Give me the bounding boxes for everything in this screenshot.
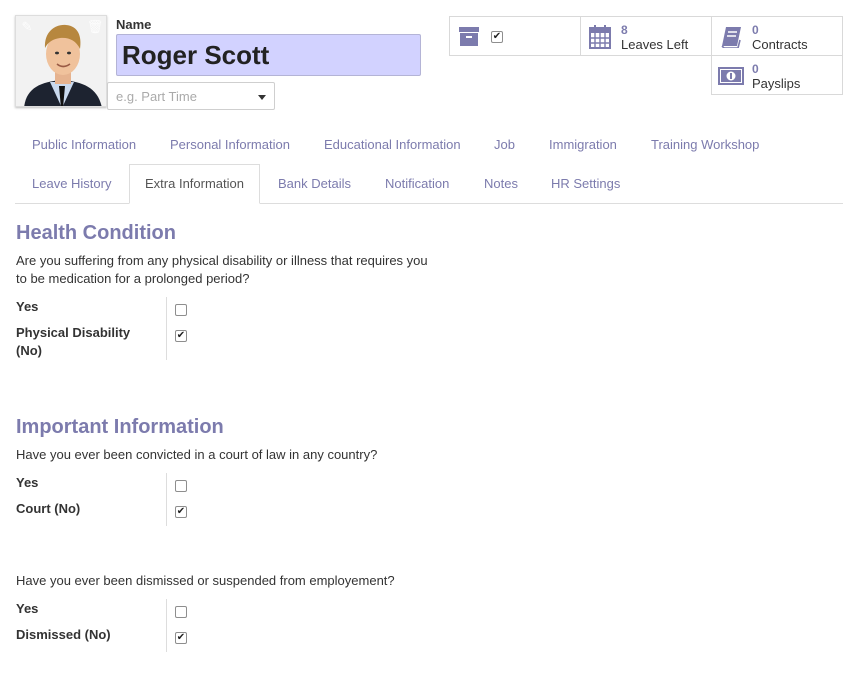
dismiss-question: Have you ever been dismissed or suspende…	[16, 573, 395, 588]
tab-training-workshop[interactable]: Training Workshop	[651, 137, 759, 152]
health-question-line2: to be medication for a prolonged period?	[16, 271, 250, 286]
contracts-count: 0	[752, 23, 759, 37]
health-field-divider	[166, 297, 167, 360]
tab-extra-information[interactable]: Extra Information	[129, 164, 260, 204]
health-yes-label: Yes	[16, 299, 39, 314]
court-no-checkbox[interactable]: ✔	[175, 506, 187, 518]
dismissed-no-label: Dismissed (No)	[16, 627, 111, 642]
job-title-select[interactable]: e.g. Part Time	[107, 82, 275, 110]
trash-icon[interactable]: 🗑	[86, 18, 104, 36]
calendar-icon	[589, 25, 611, 49]
book-icon	[721, 27, 741, 48]
tab-notes[interactable]: Notes	[484, 176, 518, 191]
chevron-down-icon	[258, 95, 266, 100]
tab-bank-details[interactable]: Bank Details	[278, 176, 351, 191]
court-no-label: Court (No)	[16, 501, 81, 516]
dismissed-no-checkbox[interactable]: ✔	[175, 632, 187, 644]
health-condition-heading: Health Condition	[16, 222, 176, 244]
physical-disability-label-line2: (No)	[16, 343, 42, 358]
payslips-count: 0	[752, 62, 759, 76]
tab-educational-information[interactable]: Educational Information	[324, 137, 461, 152]
contracts-button[interactable]: 0 Contracts	[711, 16, 843, 56]
employee-name-input[interactable]: Roger Scott	[116, 34, 421, 76]
health-question-line1: Are you suffering from any physical disa…	[16, 253, 428, 268]
name-label: Name	[116, 17, 152, 32]
leaves-count: 8	[621, 23, 628, 37]
dismiss-field-divider	[166, 599, 167, 652]
physical-disability-checkbox[interactable]: ✔	[175, 330, 187, 342]
money-icon	[718, 67, 744, 85]
tab-notification[interactable]: Notification	[385, 176, 449, 191]
archive-icon	[459, 27, 479, 46]
court-yes-checkbox[interactable]	[175, 480, 187, 492]
payslips-label: Payslips	[752, 76, 801, 91]
tab-public-information[interactable]: Public Information	[32, 137, 136, 152]
court-yes-label: Yes	[16, 475, 39, 490]
leaves-button[interactable]: 8 Leaves Left	[580, 16, 712, 56]
active-checkbox[interactable]: ✔	[491, 31, 503, 43]
active-toggle-button[interactable]: ✔	[449, 16, 581, 56]
leaves-label: Leaves Left	[621, 37, 689, 52]
edit-photo-icon[interactable]: ✎	[18, 18, 36, 36]
dismiss-yes-checkbox[interactable]	[175, 606, 187, 618]
tab-leave-history[interactable]: Leave History	[32, 176, 111, 191]
contracts-label: Contracts	[752, 37, 808, 52]
physical-disability-label-line1: Physical Disability	[16, 325, 131, 340]
court-field-divider	[166, 473, 167, 526]
health-yes-checkbox[interactable]	[175, 304, 187, 316]
tab-personal-information[interactable]: Personal Information	[170, 137, 290, 152]
payslips-button[interactable]: 0 Payslips	[711, 55, 843, 95]
job-title-placeholder: e.g. Part Time	[116, 89, 197, 104]
court-question: Have you ever been convicted in a court …	[16, 447, 378, 462]
important-information-heading: Important Information	[16, 416, 224, 438]
employee-photo[interactable]: ✎ 🗑	[15, 15, 107, 107]
tab-immigration[interactable]: Immigration	[549, 137, 617, 152]
dismiss-yes-label: Yes	[16, 601, 39, 616]
tab-job[interactable]: Job	[494, 137, 515, 152]
tab-hr-settings[interactable]: HR Settings	[551, 176, 620, 191]
